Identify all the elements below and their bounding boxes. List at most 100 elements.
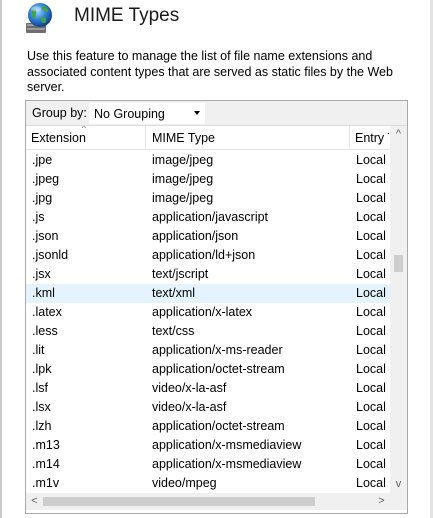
table-row[interactable]: .m1v video/mpeg Local	[26, 474, 390, 493]
table-row[interactable]: .m14 application/x-msmediaview Local	[26, 455, 390, 474]
entry-type-cell: Local	[356, 381, 386, 395]
extension-cell: .jpe	[32, 153, 53, 167]
table-row[interactable]: .lpk application/octet-stream Local	[26, 360, 390, 379]
mime-type-cell: text/jscript	[152, 267, 209, 281]
table-row[interactable]: .jpe image/jpeg Local	[26, 151, 390, 170]
group-by-value: No Grouping	[94, 107, 165, 121]
extension-cell: .jsx	[32, 267, 51, 281]
column-header-mime-type[interactable]: MIME Type	[146, 126, 350, 150]
table-row[interactable]: .js application/javascript Local	[26, 208, 390, 227]
column-header-mime-type-label: MIME Type	[152, 131, 215, 145]
mime-type-cell: image/jpeg	[152, 172, 214, 186]
mime-type-cell: application/javascript	[152, 210, 269, 224]
column-header-extension[interactable]: ^ Extension	[26, 126, 146, 150]
group-by-label: Group by:	[32, 106, 87, 120]
scroll-down-arrow-icon[interactable]: v	[390, 476, 407, 493]
table-row[interactable]: .kml text/xml Local	[26, 284, 390, 303]
table-row[interactable]: .lit application/x-ms-reader Local	[26, 341, 390, 360]
mime-type-cell: application/x-latex	[152, 305, 253, 319]
table-row[interactable]: .lsx video/x-la-asf Local	[26, 398, 390, 417]
globe-icon	[26, 3, 52, 33]
extension-cell: .json	[32, 229, 59, 243]
extension-cell: .lit	[32, 343, 45, 357]
extension-cell: .m1v	[32, 476, 60, 490]
entry-type-cell: Local	[356, 362, 386, 376]
group-by-bar: Group by: No Grouping	[26, 101, 407, 126]
mime-type-cell: application/x-ms-reader	[152, 343, 283, 357]
column-header-extension-label: Extension	[31, 131, 86, 145]
extension-cell: .latex	[32, 305, 62, 319]
horizontal-scroll-thumb[interactable]	[43, 497, 315, 506]
entry-type-cell: Local	[356, 248, 386, 262]
table-row[interactable]: .jsx text/jscript Local	[26, 265, 390, 284]
group-by-dropdown[interactable]: No Grouping	[89, 103, 205, 124]
entry-type-cell: Local	[356, 153, 386, 167]
horizontal-scrollbar[interactable]: < >	[26, 493, 390, 510]
table-row[interactable]: .lzh application/octet-stream Local	[26, 417, 390, 436]
mime-type-cell: application/x-msmediaview	[152, 457, 302, 471]
mime-type-cell: video/x-la-asf	[152, 400, 227, 414]
extension-cell: .lsx	[32, 400, 51, 414]
table-row[interactable]: .jpeg image/jpeg Local	[26, 170, 390, 189]
mime-type-cell: image/jpeg	[152, 153, 214, 167]
extension-cell: .lzh	[32, 419, 52, 433]
mime-type-cell: text/xml	[152, 286, 196, 300]
extension-cell: .m13	[32, 438, 60, 452]
entry-type-cell: Local	[356, 476, 386, 490]
entry-type-cell: Local	[356, 324, 386, 338]
scroll-up-arrow-icon[interactable]: ^	[390, 126, 407, 143]
extension-cell: .jpeg	[32, 172, 60, 186]
scrollbar-corner	[390, 493, 407, 510]
table-row[interactable]: .lsf video/x-la-asf Local	[26, 379, 390, 398]
entry-type-cell: Local	[356, 229, 386, 243]
entry-type-cell: Local	[356, 457, 386, 471]
extension-cell: .m14	[32, 457, 60, 471]
page-title: MIME Types	[74, 5, 180, 26]
feature-description: Use this feature to manage the list of f…	[27, 49, 393, 94]
mime-type-cell: application/ld+json	[152, 248, 256, 262]
entry-type-cell: Local	[356, 286, 386, 300]
mime-type-cell: application/octet-stream	[152, 362, 285, 376]
table-row[interactable]: .less text/css Local	[26, 322, 390, 341]
extension-cell: .less	[32, 324, 58, 338]
sort-ascending-icon: ^	[82, 126, 86, 133]
extension-cell: .kml	[32, 286, 55, 300]
vertical-scroll-thumb[interactable]	[394, 255, 403, 272]
mime-types-table-body: .jpe image/jpeg Local .jpeg image/jpeg Local.…	[26, 151, 390, 493]
scroll-right-arrow-icon[interactable]: >	[373, 493, 390, 510]
table-row[interactable]: .json application/json Local	[26, 227, 390, 246]
mime-type-cell: application/octet-stream	[152, 419, 285, 433]
entry-type-cell: Local	[356, 438, 386, 452]
extension-cell: .js	[32, 210, 45, 224]
entry-type-cell: Local	[356, 267, 386, 281]
entry-type-cell: Local	[356, 172, 386, 186]
scroll-left-arrow-icon[interactable]: <	[26, 493, 43, 510]
mime-type-cell: video/mpeg	[152, 476, 217, 490]
table-row[interactable]: .jpg image/jpeg Local	[26, 189, 390, 208]
mime-type-cell: application/x-msmediaview	[152, 438, 302, 452]
mime-types-list-panel: Group by: No Grouping ^ Extension MIME T…	[25, 100, 408, 514]
table-row[interactable]: .latex application/x-latex Local	[26, 303, 390, 322]
extension-cell: .jpg	[32, 191, 53, 205]
mime-type-cell: application/json	[152, 229, 239, 243]
mime-type-cell: video/x-la-asf	[152, 381, 227, 395]
entry-type-cell: Local	[356, 210, 386, 224]
vertical-scrollbar[interactable]: ^ v	[390, 126, 407, 493]
mime-type-cell: text/css	[152, 324, 195, 338]
mime-type-cell: image/jpeg	[152, 191, 214, 205]
column-header-row: ^ Extension MIME Type Entry T	[26, 126, 407, 150]
feature-header: MIME Types	[0, 0, 430, 40]
column-header-entry-type-label: Entry T	[355, 131, 389, 145]
table-row[interactable]: .jsonld application/ld+json Local	[26, 246, 390, 265]
entry-type-cell: Local	[356, 191, 386, 205]
entry-type-cell: Local	[356, 400, 386, 414]
extension-cell: .lpk	[32, 362, 52, 376]
entry-type-cell: Local	[356, 305, 386, 319]
entry-type-cell: Local	[356, 343, 386, 357]
dropdown-arrow-icon	[194, 111, 200, 115]
column-header-entry-type[interactable]: Entry T	[350, 126, 389, 150]
table-row[interactable]: .m13 application/x-msmediaview Local	[26, 436, 390, 455]
entry-type-cell: Local	[356, 419, 386, 433]
extension-cell: .lsf	[32, 381, 48, 395]
window-left-edge	[0, 0, 2, 518]
